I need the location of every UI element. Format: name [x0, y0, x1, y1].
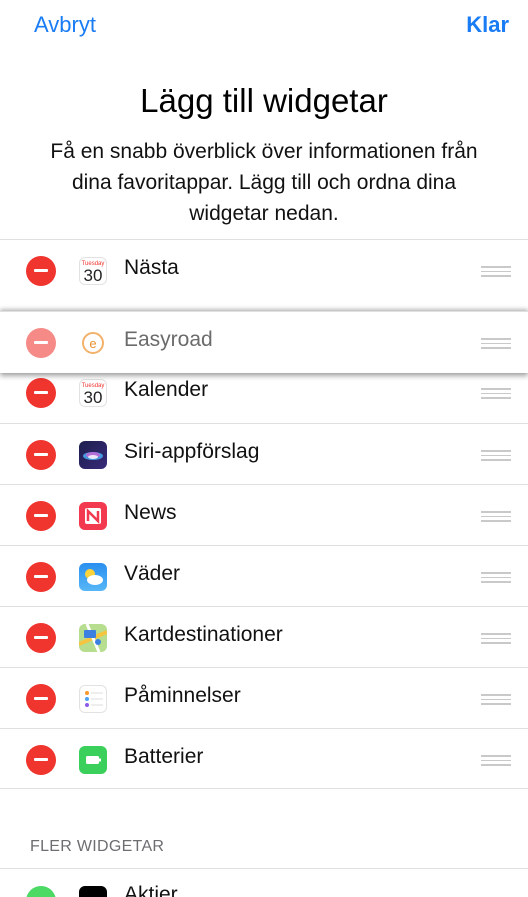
remove-widget-button[interactable]	[26, 745, 56, 775]
more-widget-row-aktier: Aktier	[0, 868, 528, 897]
svg-text:e: e	[89, 336, 96, 351]
widget-label: Väder	[124, 562, 181, 585]
add-widget-button[interactable]	[26, 886, 56, 897]
reorder-handle-icon[interactable]	[481, 338, 511, 349]
widget-row-siri: Siri-appförslag	[0, 423, 528, 484]
reorder-handle-icon[interactable]	[481, 511, 511, 522]
weather-icon	[79, 563, 107, 591]
widget-label: Siri-appförslag	[124, 440, 260, 463]
cancel-button[interactable]: Avbryt	[34, 12, 96, 38]
widget-row-vader: Väder	[0, 545, 528, 606]
news-icon	[79, 502, 107, 530]
remove-widget-button[interactable]	[26, 378, 56, 408]
remove-widget-button[interactable]	[26, 562, 56, 592]
remove-widget-button[interactable]	[26, 440, 56, 470]
remove-widget-button[interactable]	[26, 501, 56, 531]
reorder-handle-icon[interactable]	[481, 572, 511, 583]
reorder-handle-icon[interactable]	[481, 633, 511, 644]
easyroad-icon: e	[79, 329, 107, 357]
section-header-more-widgets: FLER WIDGETAR	[30, 838, 165, 855]
widget-label: Kartdestinationer	[124, 623, 283, 646]
widget-label: Nästa	[124, 256, 179, 279]
remove-widget-button[interactable]	[26, 328, 56, 358]
reminders-icon	[79, 685, 107, 713]
widget-row-nasta: Tuesday 30 Nästa	[0, 239, 528, 300]
stocks-icon	[79, 886, 107, 897]
navigation-bar: Avbryt Klar	[0, 0, 528, 56]
widget-row-batterier: Batterier	[0, 728, 528, 789]
calendar-icon: Tuesday 30	[79, 379, 107, 407]
reorder-handle-icon[interactable]	[481, 266, 511, 277]
widget-label: Kalender	[124, 378, 209, 401]
widget-row-paminnelser: Påminnelser	[0, 667, 528, 728]
widget-list-continued: Tuesday 30 Kalender Siri-appförslag News	[0, 362, 528, 789]
widget-list: Tuesday 30 Nästa	[0, 239, 528, 300]
widget-label: News	[124, 501, 177, 524]
reorder-handle-icon[interactable]	[481, 694, 511, 705]
remove-widget-button[interactable]	[26, 684, 56, 714]
calendar-icon: Tuesday 30	[79, 257, 107, 285]
remove-widget-button[interactable]	[26, 623, 56, 653]
widget-label: Påminnelser	[124, 684, 241, 707]
maps-icon	[79, 624, 107, 652]
widget-label: Easyroad	[124, 328, 213, 351]
reorder-handle-icon[interactable]	[481, 450, 511, 461]
page-description: Få en snabb överblick över informationen…	[50, 140, 478, 225]
page-title: Lägg till widgetar	[140, 82, 388, 119]
widget-label: Batterier	[124, 745, 204, 768]
widget-row-easyroad-dragging[interactable]: e Easyroad	[0, 311, 528, 373]
remove-widget-button[interactable]	[26, 256, 56, 286]
widget-row-news: News	[0, 484, 528, 545]
reorder-handle-icon[interactable]	[481, 388, 511, 399]
widget-row-kartdestinationer: Kartdestinationer	[0, 606, 528, 667]
widget-label: Aktier	[124, 883, 178, 897]
reorder-handle-icon[interactable]	[481, 755, 511, 766]
siri-icon	[79, 441, 107, 469]
done-button[interactable]: Klar	[466, 12, 509, 38]
battery-icon	[79, 746, 107, 774]
